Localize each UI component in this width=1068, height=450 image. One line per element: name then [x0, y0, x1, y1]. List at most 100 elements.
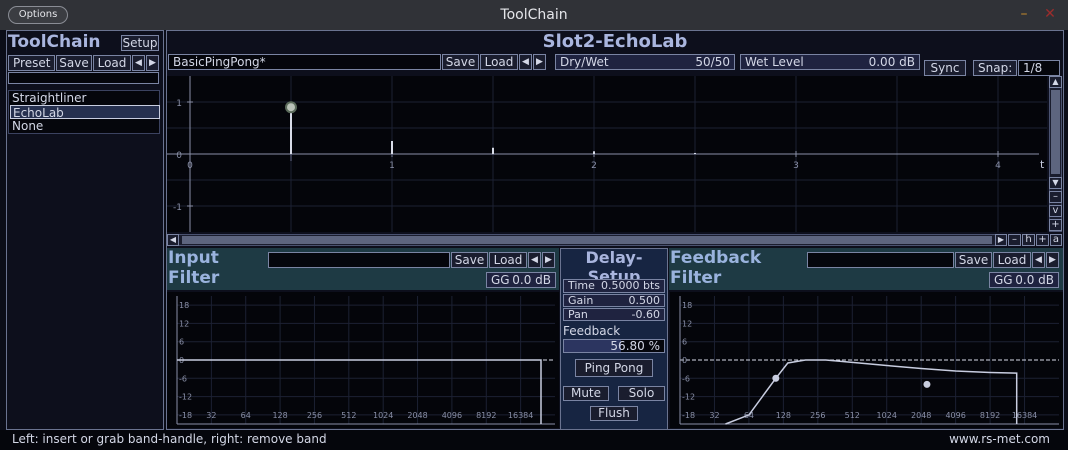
- echo-x-tick-label: 4: [995, 161, 1001, 171]
- main-prev-icon[interactable]: ◀: [519, 54, 532, 70]
- feedback-filter-plot-svg: 181260-6-12-18 32 64 128 256 512 1024 2048 4096 8…: [679, 296, 1059, 425]
- feedback-label: Feedback: [563, 324, 621, 338]
- feedback-filter-x-tick-label: 512: [845, 411, 860, 420]
- input-filter-x-tick-label: 512: [341, 411, 356, 420]
- echo-scroll-up-icon[interactable]: ▲: [1049, 76, 1062, 88]
- echo-scroll-down-icon[interactable]: ▼: [1049, 177, 1062, 189]
- status-bar: Left: insert or grab band-handle, right:…: [0, 430, 1068, 450]
- feedback-filter-preset-field[interactable]: [807, 252, 954, 268]
- echo-vzoom-fit-icon[interactable]: v: [1049, 205, 1062, 217]
- slot-item-straightliner[interactable]: Straightliner: [10, 91, 160, 105]
- input-filter-prev-icon[interactable]: ◀: [528, 252, 541, 268]
- feedback-filter-next-icon[interactable]: ▶: [1046, 252, 1059, 268]
- feedback-filter-x-tick-label: 8192: [980, 411, 1000, 420]
- echo-t-axis-label: t: [1040, 158, 1045, 171]
- options-button[interactable]: Options: [8, 6, 68, 24]
- delay-time-label: Time: [568, 279, 595, 292]
- echo-vzoom-out-icon[interactable]: –: [1049, 191, 1062, 203]
- input-filter-x-tick-label: 2048: [407, 411, 427, 420]
- main-load-button[interactable]: Load: [480, 54, 518, 70]
- echo-plot[interactable]: 0 1 2 3 4 t 1 0 -1: [167, 76, 1047, 232]
- feedback-filter-load-button[interactable]: Load: [993, 252, 1031, 268]
- input-filter-x-tick-label: 1024: [373, 411, 393, 420]
- input-filter-x-tick-label: 4096: [442, 411, 462, 420]
- input-filter-next-icon[interactable]: ▶: [542, 252, 555, 268]
- feedback-filter-title: Feedback Filter: [670, 248, 762, 288]
- website-link[interactable]: www.rs-met.com: [949, 430, 1050, 448]
- echo-y-tick-label: -1: [173, 203, 182, 213]
- feedback-filter-y-tick-label: -18: [682, 411, 695, 420]
- wet-level-value: 0.00 dB: [868, 55, 915, 69]
- feedback-filter-y-tick-label: 18: [682, 301, 692, 310]
- echo-hscroll-thumb[interactable]: [182, 236, 992, 244]
- slot-item-none[interactable]: None: [10, 119, 160, 133]
- delay-setup-title: Delay-Setup: [585, 248, 643, 286]
- mute-button[interactable]: Mute: [563, 386, 609, 401]
- echo-vzoom-in-icon[interactable]: +: [1049, 219, 1062, 231]
- input-filter-gg-label: GG: [491, 273, 510, 287]
- slot-item-echolab[interactable]: EchoLab: [10, 105, 160, 120]
- input-filter-gg-slider[interactable]: GG 0.0 dB: [486, 272, 556, 288]
- input-filter-title: Input Filter: [168, 248, 220, 288]
- left-load-button[interactable]: Load: [93, 55, 131, 71]
- input-filter-save-button[interactable]: Save: [451, 252, 488, 268]
- delay-pan-slider[interactable]: Pan -0.60: [563, 308, 665, 321]
- sync-button[interactable]: Sync: [924, 60, 966, 76]
- echo-hzoom-in-icon[interactable]: +: [1036, 234, 1049, 246]
- main-next-icon[interactable]: ▶: [533, 54, 546, 70]
- input-filter-plot-svg: 181260-6-12-18 32 64 128 256 512 1024 2048 4096 8…: [176, 296, 555, 425]
- wet-level-slider[interactable]: Wet Level 0.00 dB: [740, 54, 920, 70]
- input-filter-y-tick-label: -12: [179, 393, 192, 402]
- echo-x-tick-label: 1: [389, 161, 395, 171]
- feedback-filter-gg-label: GG: [994, 273, 1013, 287]
- delay-time-value: 0.5000 bts: [600, 279, 660, 292]
- feedback-filter-y-tick-label: -12: [682, 393, 695, 402]
- delay-pan-label: Pan: [568, 308, 588, 321]
- setup-button[interactable]: Setup: [121, 35, 159, 51]
- close-icon[interactable]: ✕: [1043, 6, 1057, 22]
- input-filter-x-tick-label: 32: [206, 411, 216, 420]
- feedback-slider[interactable]: 56.80 %: [563, 339, 665, 353]
- echo-vscroll-thumb[interactable]: [1051, 90, 1060, 174]
- input-filter-y-tick-label: 6: [179, 338, 184, 347]
- feedback-filter-plot[interactable]: 18 12 6 0 -6 -12 -18 32 64 128 256 512 1024 2048 4096 8…: [670, 292, 1063, 428]
- feedback-filter-y-tick-label: 12: [682, 319, 692, 328]
- feedback-filter-prev-icon[interactable]: ◀: [1032, 252, 1045, 268]
- delay-time-field[interactable]: Time 0.5000 bts: [563, 279, 665, 293]
- echo-zoom-all-icon[interactable]: a: [1050, 234, 1062, 246]
- echo-hzoom-out-icon[interactable]: –: [1008, 234, 1021, 246]
- delay-gain-value: 0.500: [628, 294, 661, 307]
- echo-y-tick-label: 1: [176, 99, 182, 109]
- minimize-icon[interactable]: –: [1017, 6, 1031, 22]
- flush-button[interactable]: Flush: [590, 406, 638, 421]
- left-next-icon[interactable]: ▶: [146, 55, 159, 71]
- feedback-filter-x-tick-label: 256: [810, 411, 825, 420]
- echo-hzoom-fit-icon[interactable]: h: [1022, 234, 1035, 246]
- feedback-value: 56.80 %: [610, 339, 660, 353]
- toolchain-window: ToolChain Options – ✕ ToolChain Setup Pr…: [0, 0, 1068, 450]
- status-hint: Left: insert or grab band-handle, right:…: [12, 432, 327, 446]
- slot-title: Slot2-EchoLab: [542, 31, 688, 52]
- echo-x-tick-label: 0: [187, 161, 193, 171]
- echo-scroll-left-icon[interactable]: ◀: [167, 234, 179, 246]
- solo-button[interactable]: Solo: [618, 386, 665, 401]
- left-prev-icon[interactable]: ◀: [132, 55, 145, 71]
- delay-gain-label: Gain: [568, 294, 594, 307]
- input-filter-preset-field[interactable]: [268, 252, 450, 268]
- snap-dropdown[interactable]: 1/8: [1018, 60, 1060, 76]
- left-save-button[interactable]: Save: [56, 55, 92, 71]
- echo-x-tick-label: 2: [591, 161, 597, 171]
- preset-name-field[interactable]: BasicPingPong*: [168, 54, 441, 70]
- input-filter-load-button[interactable]: Load: [489, 252, 527, 268]
- main-save-button[interactable]: Save: [442, 54, 479, 70]
- echo-scroll-right-icon[interactable]: ▶: [995, 234, 1007, 246]
- echo-plot-svg: 0 1 2 3 4 t 1 0 -1: [167, 76, 1047, 232]
- ping-pong-button[interactable]: Ping Pong: [575, 359, 653, 377]
- left-preset-field[interactable]: [8, 72, 159, 84]
- feedback-filter-x-tick-label: 32: [709, 411, 719, 420]
- delay-gain-slider[interactable]: Gain 0.500: [563, 294, 665, 307]
- feedback-filter-gg-slider[interactable]: GG 0.0 dB: [989, 272, 1059, 288]
- drywet-slider[interactable]: Dry/Wet 50/50: [555, 54, 735, 70]
- feedback-filter-save-button[interactable]: Save: [955, 252, 992, 268]
- input-filter-plot[interactable]: 18 12 6 0 -6 -12 -18 32 64 128 256 512 1024 2048 4096 8…: [167, 292, 559, 428]
